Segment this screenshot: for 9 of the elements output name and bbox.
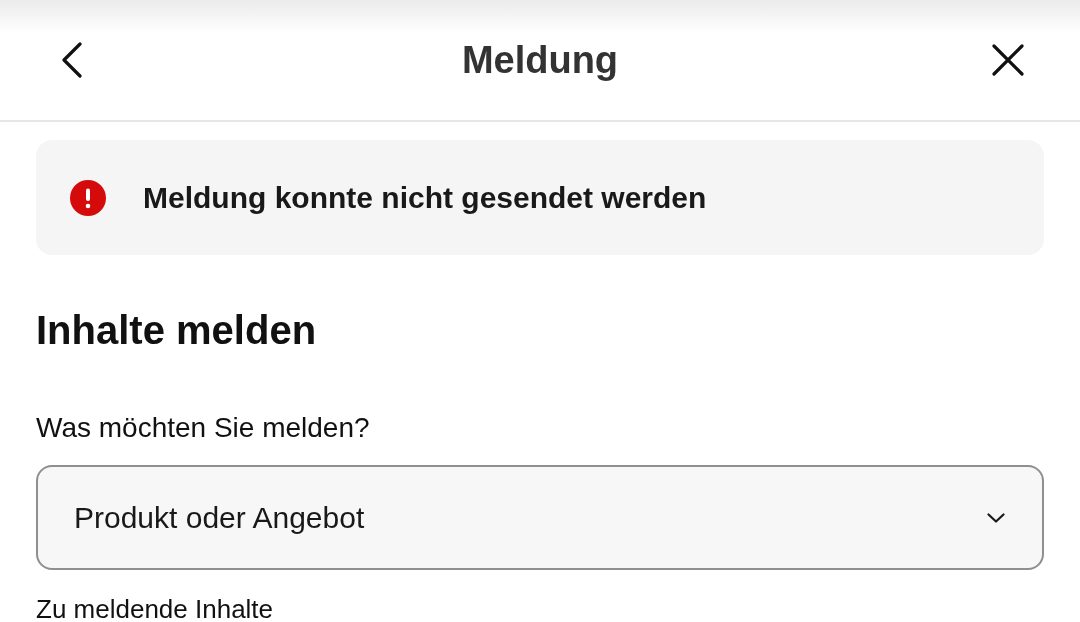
section-heading: Inhalte melden	[36, 307, 318, 354]
field-label: Was möchten Sie melden?	[36, 411, 371, 445]
close-icon	[992, 44, 1024, 76]
select-dropdown[interactable]: Produkt oder Angebot	[36, 465, 1044, 570]
back-icon	[62, 42, 82, 78]
page-title: Meldung	[460, 41, 620, 79]
alert-message: Meldung konnte nicht gesendet werden	[143, 180, 707, 216]
field-label: Zu meldende Inhalte	[36, 596, 275, 622]
chevron-down-icon	[987, 512, 1005, 523]
